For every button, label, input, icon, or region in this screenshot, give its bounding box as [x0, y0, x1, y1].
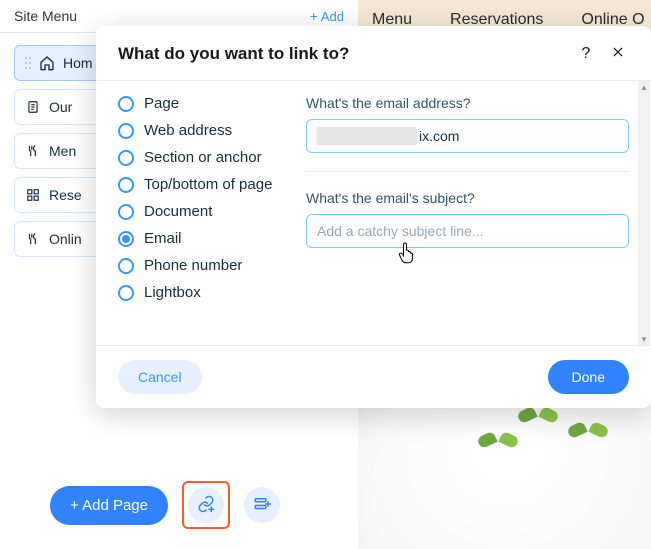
- radio-icon: [118, 285, 134, 301]
- link-type-label: Phone number: [144, 257, 242, 274]
- dialog-title: What do you want to link to?: [118, 44, 565, 64]
- preview-image-sprout: [568, 424, 608, 448]
- form-divider: [306, 171, 629, 172]
- home-icon: [39, 55, 55, 71]
- link-type-label: Page: [144, 95, 179, 112]
- link-type-label: Email: [144, 230, 182, 247]
- add-menu-item-link[interactable]: + Add: [310, 8, 344, 24]
- link-plus-icon: [197, 495, 215, 516]
- cancel-label: Cancel: [138, 369, 182, 385]
- radio-icon: [118, 258, 134, 274]
- preview-image-sprout: [478, 434, 518, 458]
- link-type-top-bottom[interactable]: Top/bottom of page: [118, 176, 296, 193]
- page-label: Rese: [49, 187, 82, 203]
- add-link-page-button[interactable]: [188, 487, 224, 523]
- page-label: Onlin: [49, 231, 82, 247]
- email-subject-input[interactable]: [306, 214, 629, 248]
- add-page-label: + Add Page: [70, 497, 148, 514]
- document-icon: [25, 99, 41, 115]
- link-type-section-anchor[interactable]: Section or anchor: [118, 149, 296, 166]
- section-add-icon: [253, 495, 271, 516]
- bottom-toolbar: + Add Page: [0, 461, 358, 549]
- radio-icon: [118, 96, 134, 112]
- add-label: Add: [321, 9, 344, 24]
- redacted-block: [317, 127, 417, 145]
- link-type-phone[interactable]: Phone number: [118, 257, 296, 274]
- done-button[interactable]: Done: [548, 360, 629, 394]
- radio-icon: [118, 177, 134, 193]
- done-label: Done: [572, 369, 605, 385]
- link-type-lightbox[interactable]: Lightbox: [118, 284, 296, 301]
- link-type-label: Document: [144, 203, 212, 220]
- page-label: Hom: [63, 55, 93, 71]
- email-subject-label: What's the email's subject?: [306, 190, 629, 206]
- radio-icon: [118, 150, 134, 166]
- cutlery-icon: [25, 143, 41, 159]
- radio-icon: [118, 123, 134, 139]
- preview-image-sprout: [518, 409, 558, 433]
- link-type-label: Top/bottom of page: [144, 176, 272, 193]
- scroll-down-icon[interactable]: ▾: [638, 333, 650, 345]
- link-dialog: What do you want to link to? ? Page Web …: [96, 26, 651, 408]
- dialog-header: What do you want to link to? ?: [96, 26, 651, 80]
- link-form: What's the email address? ix.com What's …: [296, 81, 651, 345]
- scrollbar[interactable]: ▴ ▾: [638, 81, 650, 345]
- link-type-label: Web address: [144, 122, 232, 139]
- plus-icon: +: [310, 8, 318, 24]
- site-menu-title: Site Menu: [14, 8, 77, 24]
- add-page-button[interactable]: + Add Page: [50, 486, 168, 525]
- cancel-button[interactable]: Cancel: [118, 360, 202, 394]
- email-address-input[interactable]: ix.com: [306, 119, 629, 153]
- link-type-label: Lightbox: [144, 284, 201, 301]
- page-label: Men: [49, 143, 76, 159]
- email-visible-suffix: ix.com: [419, 128, 459, 144]
- close-icon[interactable]: [607, 45, 629, 64]
- dialog-footer: Cancel Done: [96, 346, 651, 408]
- link-type-web-address[interactable]: Web address: [118, 122, 296, 139]
- link-type-email[interactable]: Email: [118, 230, 296, 247]
- help-icon[interactable]: ?: [575, 45, 597, 63]
- page-label: Our: [49, 99, 72, 115]
- dialog-body: Page Web address Section or anchor Top/b…: [96, 80, 651, 346]
- drag-handle-icon[interactable]: [25, 57, 31, 69]
- link-type-document[interactable]: Document: [118, 203, 296, 220]
- grid-icon: [25, 187, 41, 203]
- scroll-up-icon[interactable]: ▴: [638, 81, 650, 93]
- add-section-button[interactable]: [244, 487, 280, 523]
- cutlery-icon: [25, 231, 41, 247]
- radio-icon: [118, 231, 134, 247]
- link-type-page[interactable]: Page: [118, 95, 296, 112]
- link-type-list: Page Web address Section or anchor Top/b…: [96, 81, 296, 345]
- link-type-label: Section or anchor: [144, 149, 262, 166]
- highlighted-action: [182, 481, 230, 529]
- radio-icon: [118, 204, 134, 220]
- email-address-label: What's the email address?: [306, 95, 629, 111]
